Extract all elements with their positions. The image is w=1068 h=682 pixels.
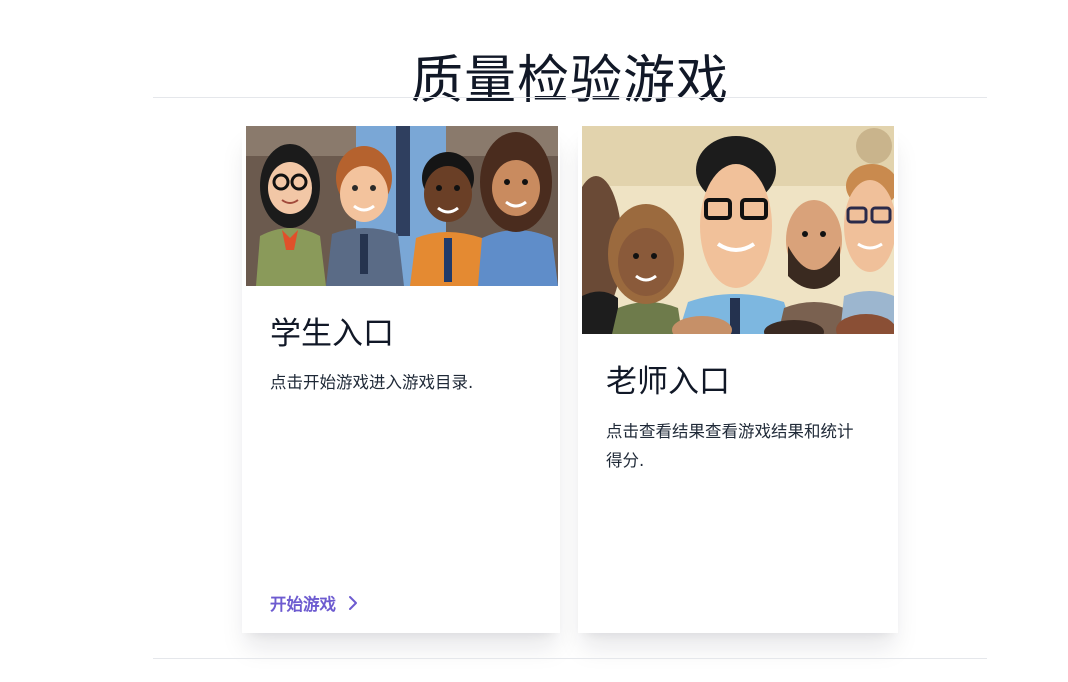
chevron-right-icon — [349, 596, 357, 610]
teacher-card-image — [582, 126, 894, 334]
start-game-label: 开始游戏 — [270, 595, 336, 614]
student-entry-card[interactable]: 学生入口 点击开始游戏进入游戏目录. 开始游戏 — [242, 126, 560, 633]
student-card-title: 学生入口 — [270, 316, 394, 352]
page-title: 质量检验游戏 — [410, 50, 729, 111]
student-card-description: 点击开始游戏进入游戏目录. — [270, 373, 474, 392]
top-divider — [153, 97, 987, 98]
start-game-link[interactable]: 开始游戏 — [270, 591, 358, 615]
bottom-divider — [153, 658, 987, 659]
teacher-entry-card[interactable]: 老师入口 点击查看结果查看游戏结果和统计得分. — [578, 126, 898, 633]
teacher-card-title: 老师入口 — [606, 364, 730, 400]
student-card-image — [246, 126, 558, 286]
teacher-card-description: 点击查看结果查看游戏结果和统计得分. — [606, 422, 854, 470]
